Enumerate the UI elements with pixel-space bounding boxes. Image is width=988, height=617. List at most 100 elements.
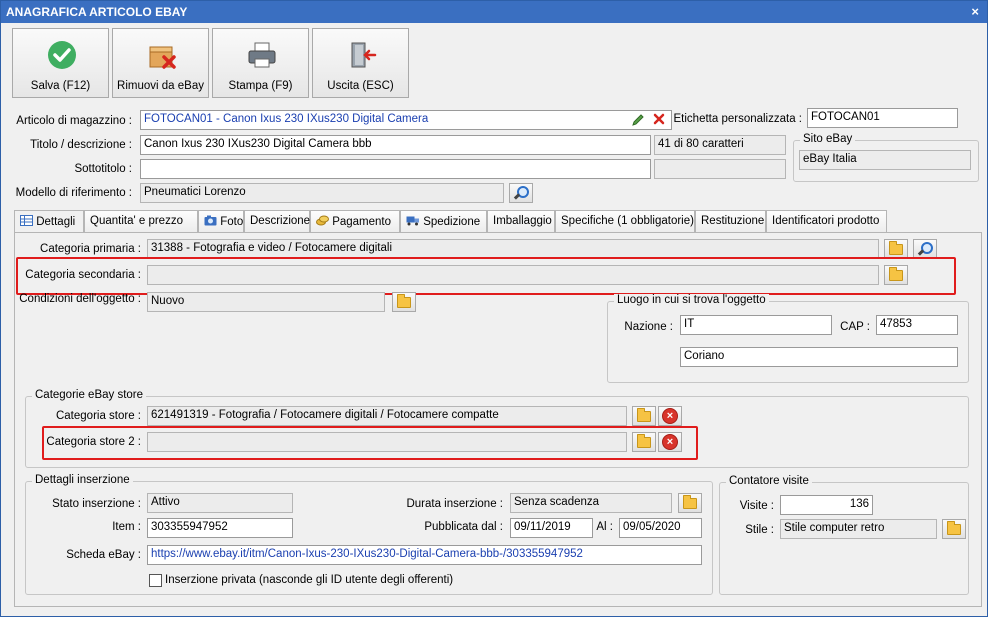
char-count: 41 di 80 caratteri bbox=[654, 135, 786, 155]
site-group-title: Sito eBay bbox=[800, 133, 856, 145]
coins-icon bbox=[316, 215, 329, 226]
nation-label: Nazione : bbox=[624, 321, 673, 333]
duration-browse-button[interactable] bbox=[678, 493, 702, 513]
style-label: Stile : bbox=[745, 524, 774, 536]
visits-field: 136 bbox=[780, 495, 873, 515]
sheet-link[interactable]: https://www.ebay.it/itm/Canon-Ixus-230-I… bbox=[147, 545, 702, 565]
folder-icon bbox=[637, 433, 651, 448]
tab-specifics[interactable]: Specifiche (1 obbligatorie) bbox=[555, 210, 695, 233]
model-search-button[interactable] bbox=[509, 183, 533, 203]
to-label: Al : bbox=[596, 521, 613, 533]
print-button[interactable]: Stampa (F9) bbox=[212, 28, 309, 98]
exit-button[interactable]: Uscita (ESC) bbox=[312, 28, 409, 98]
store-category-2-browse-button[interactable] bbox=[632, 432, 656, 452]
custom-label-field[interactable]: FOTOCAN01 bbox=[807, 108, 958, 128]
store-category-browse-button[interactable] bbox=[632, 406, 656, 426]
tab-returns[interactable]: Restituzione bbox=[695, 210, 766, 233]
box-remove-icon bbox=[149, 46, 176, 69]
subtitle-count bbox=[654, 159, 786, 179]
tab-description-label: Descrizione bbox=[250, 215, 311, 227]
table-icon bbox=[20, 215, 33, 226]
store-category-clear-button[interactable]: × bbox=[658, 406, 682, 426]
primary-category-search-button[interactable] bbox=[913, 239, 937, 259]
tab-packaging-label: Imballaggio bbox=[493, 215, 552, 227]
status-label: Stato inserzione : bbox=[52, 498, 141, 510]
window-title: ANAGRAFICA ARTICOLO EBAY bbox=[6, 5, 188, 19]
item-field[interactable]: 303355947952 bbox=[147, 518, 293, 538]
search-icon bbox=[917, 241, 933, 257]
subtitle-field[interactable] bbox=[140, 159, 651, 179]
style-field: Stile computer retro bbox=[780, 519, 937, 539]
tab-packaging[interactable]: Imballaggio bbox=[487, 210, 555, 233]
visits-label: Visite : bbox=[739, 500, 774, 512]
tab-shipping[interactable]: Spedizione bbox=[400, 210, 487, 233]
secondary-category-field bbox=[147, 265, 879, 285]
subtitle-label: Sottotitolo : bbox=[74, 163, 132, 175]
sheet-label: Scheda eBay : bbox=[66, 549, 141, 561]
item-label: Item : bbox=[112, 521, 141, 533]
tab-product-identifiers[interactable]: Identificatori prodotto bbox=[766, 210, 887, 233]
camera-icon bbox=[204, 215, 217, 226]
tab-quantity-price-label: Quantita' e prezzo bbox=[90, 215, 183, 227]
exit-label: Uscita (ESC) bbox=[327, 80, 394, 92]
cap-field[interactable]: 47853 bbox=[876, 315, 958, 335]
article-label: Articolo di magazzino : bbox=[16, 115, 132, 127]
store-category-2-clear-button[interactable]: × bbox=[658, 432, 682, 452]
tab-details[interactable]: Dettagli bbox=[14, 210, 84, 234]
condition-field: Nuovo bbox=[147, 292, 385, 312]
secondary-category-browse-button[interactable] bbox=[884, 265, 908, 285]
city-field[interactable]: Coriano bbox=[680, 347, 958, 367]
store-category-label: Categoria store : bbox=[55, 410, 141, 422]
store-category-2-label: Categoria store 2 : bbox=[46, 436, 141, 448]
print-label: Stampa (F9) bbox=[228, 80, 293, 92]
private-listing-label: Inserzione privata (nasconde gli ID uten… bbox=[165, 574, 454, 586]
save-label: Salva (F12) bbox=[30, 80, 91, 92]
save-button[interactable]: Salva (F12) bbox=[12, 28, 109, 98]
duration-label: Durata inserzione : bbox=[406, 498, 503, 510]
primary-category-label: Categoria primaria : bbox=[40, 243, 141, 255]
folder-icon bbox=[889, 266, 903, 281]
listing-details-group-title: Dettagli inserzione bbox=[32, 474, 133, 486]
primary-category-field: 31388 - Fotografia e video / Fotocamere … bbox=[147, 239, 879, 259]
visit-counter-group-title: Contatore visite bbox=[726, 475, 812, 487]
private-listing-checkbox[interactable] bbox=[149, 574, 162, 587]
condition-browse-button[interactable] bbox=[392, 292, 416, 312]
condition-label: Condizioni dell'oggetto : bbox=[19, 293, 141, 305]
tab-payment[interactable]: Pagamento bbox=[310, 210, 400, 233]
truck-icon bbox=[406, 216, 419, 226]
remove-label: Rimuovi da eBay bbox=[117, 80, 204, 92]
close-icon[interactable]: × bbox=[971, 4, 979, 19]
published-from-field[interactable]: 09/11/2019 bbox=[510, 518, 593, 538]
store-category-field: 621491319 - Fotografia / Fotocamere digi… bbox=[147, 406, 627, 426]
site-field: eBay Italia bbox=[799, 150, 971, 170]
nation-field[interactable]: IT bbox=[680, 315, 832, 335]
model-label: Modello di riferimento : bbox=[15, 187, 132, 199]
secondary-category-label: Categoria secondaria : bbox=[25, 269, 141, 281]
checkmark-icon bbox=[48, 41, 76, 69]
main-window: ANAGRAFICA ARTICOLO EBAY × Salva (F12) R… bbox=[0, 0, 988, 617]
primary-category-browse-button[interactable] bbox=[884, 239, 908, 259]
tab-returns-label: Restituzione bbox=[701, 215, 765, 227]
title-bar: ANAGRAFICA ARTICOLO EBAY × bbox=[1, 1, 987, 23]
location-group-title: Luogo in cui si trova l'oggetto bbox=[614, 294, 769, 306]
status-field: Attivo bbox=[147, 493, 293, 513]
cap-label: CAP : bbox=[840, 321, 870, 333]
clear-icon: × bbox=[662, 408, 678, 424]
pencil-icon[interactable] bbox=[631, 113, 645, 127]
title-field[interactable]: Canon Ixus 230 IXus230 Digital Camera bb… bbox=[140, 135, 651, 155]
folder-icon bbox=[889, 240, 903, 255]
tab-description[interactable]: Descrizione bbox=[244, 210, 310, 233]
duration-field: Senza scadenza bbox=[510, 493, 672, 513]
clear-icon[interactable] bbox=[653, 113, 665, 125]
tab-details-label: Dettagli bbox=[36, 216, 76, 228]
style-browse-button[interactable] bbox=[942, 519, 966, 539]
article-field[interactable]: FOTOCAN01 - Canon Ixus 230 IXus230 Digit… bbox=[140, 110, 672, 130]
remove-from-ebay-button[interactable]: Rimuovi da eBay bbox=[112, 28, 209, 98]
tab-photo[interactable]: Foto bbox=[198, 210, 244, 233]
folder-icon bbox=[397, 293, 411, 308]
published-to-field[interactable]: 09/05/2020 bbox=[619, 518, 702, 538]
tab-photo-label: Foto bbox=[220, 216, 244, 228]
title-label: Titolo / descrizione : bbox=[30, 139, 132, 151]
tab-quantity-price[interactable]: Quantita' e prezzo bbox=[84, 210, 198, 233]
published-label: Pubblicata dal : bbox=[424, 521, 503, 533]
